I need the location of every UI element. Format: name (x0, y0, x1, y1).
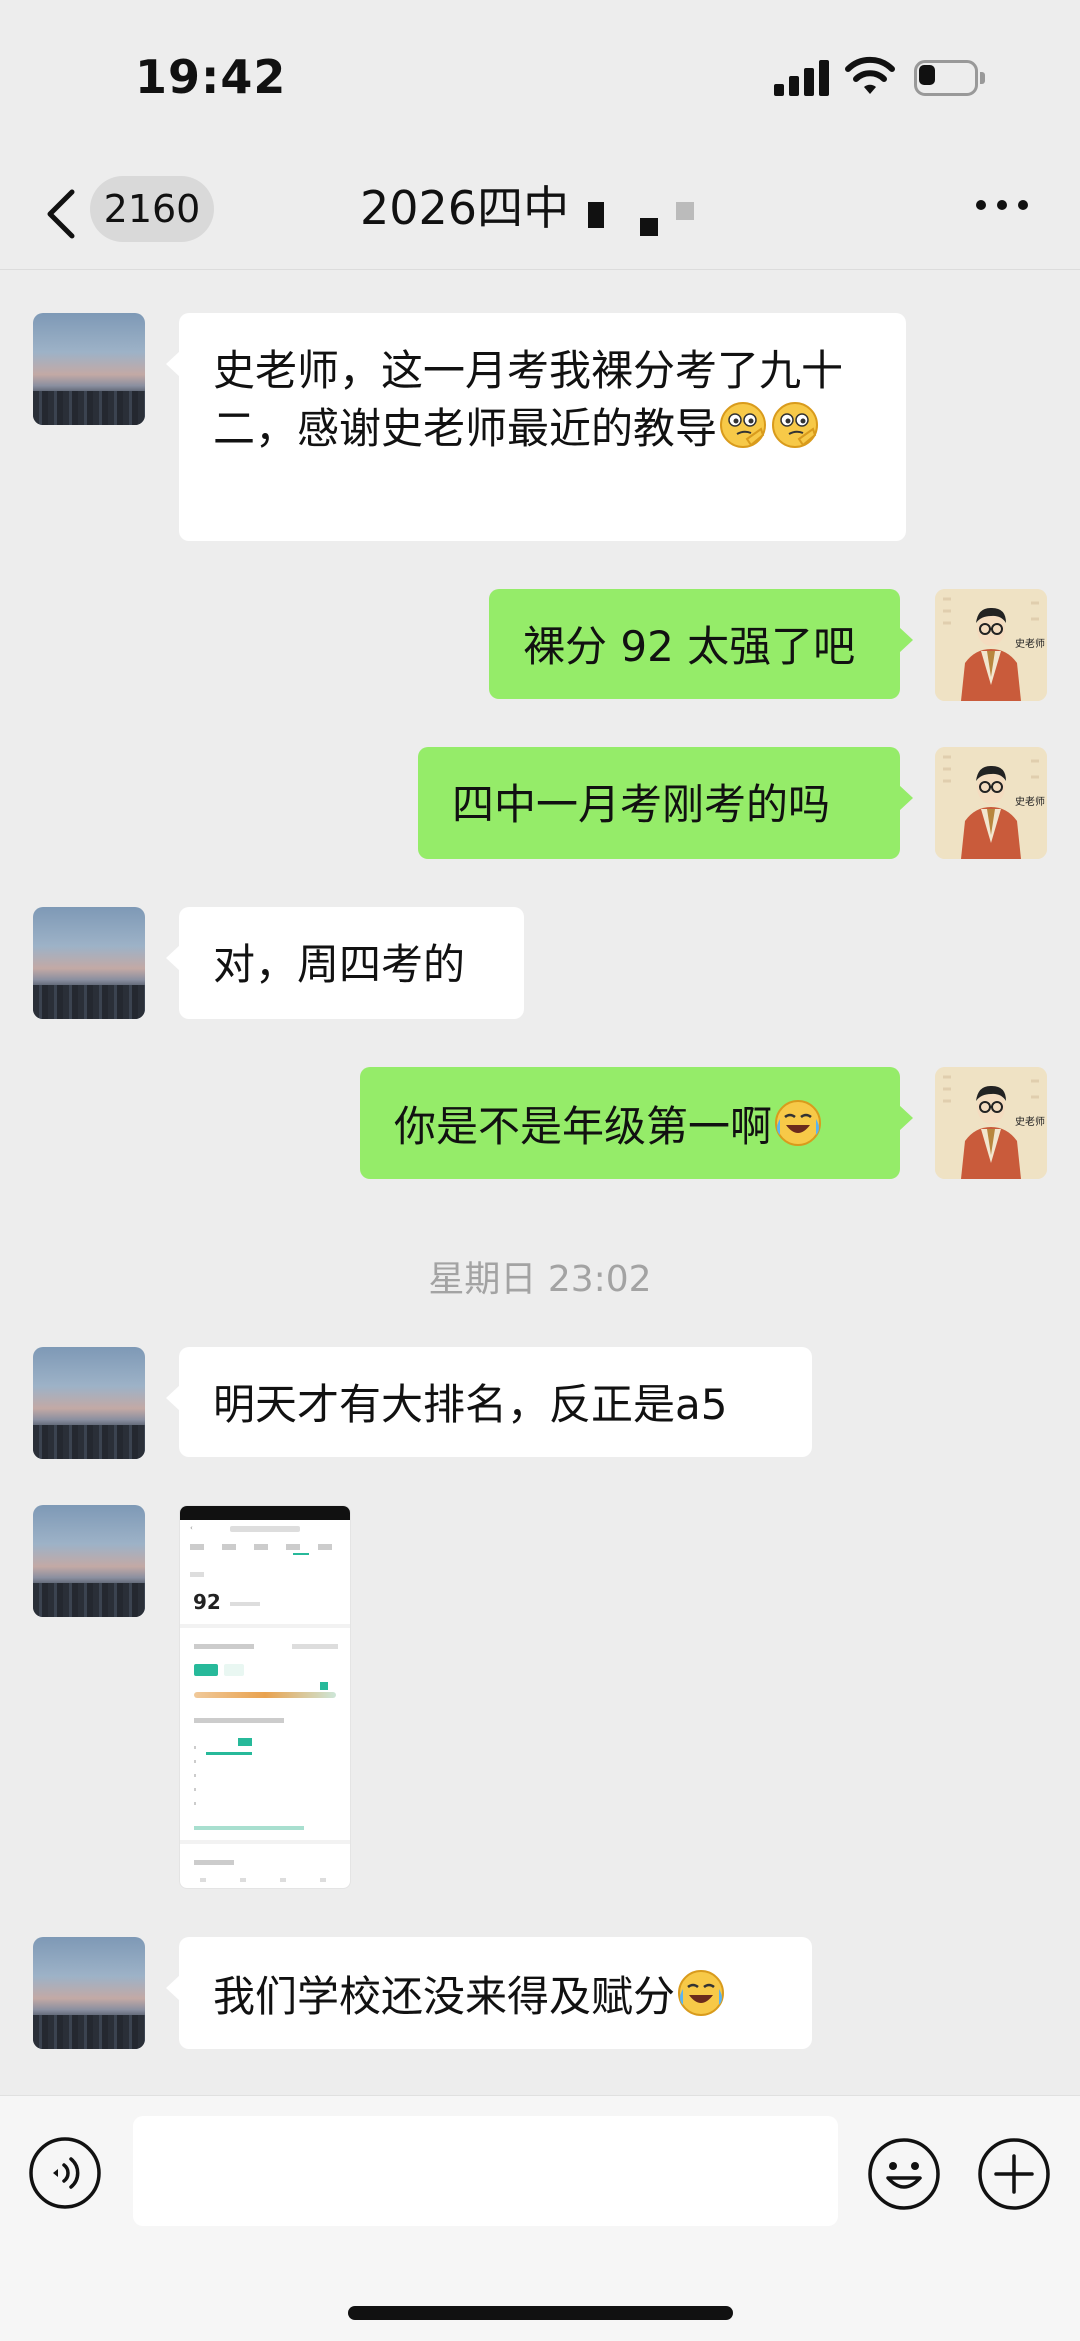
status-time: 19:42 (135, 50, 287, 104)
voice-input-button-icon[interactable] (28, 2136, 102, 2210)
battery-level (919, 65, 935, 85)
message-text: 明天才有大排名，反正是a5 (213, 1380, 728, 1429)
contact-avatar[interactable] (33, 907, 145, 1019)
redaction-mark (676, 202, 694, 220)
redaction-mark (640, 218, 658, 236)
teacher-portrait-icon: 史老师 (935, 589, 1047, 701)
thinking-face-emoji-icon (720, 402, 767, 448)
home-indicator (348, 2306, 733, 2320)
chat-header: 2160 2026四中 (0, 160, 1080, 270)
teacher-name-label: 史老师 (1015, 637, 1045, 650)
cellular-signal-icon (774, 60, 830, 96)
message-text: 你是不是年级第一啊 (394, 1102, 773, 1151)
contact-avatar[interactable] (33, 1505, 145, 1617)
back-chevron-icon[interactable] (42, 188, 78, 240)
contact-avatar[interactable] (33, 1347, 145, 1459)
image-message-thumbnail[interactable]: ‹ 92 (179, 1505, 351, 1889)
teacher-portrait-icon: 史老师 (935, 1067, 1047, 1179)
redaction-mark (588, 202, 604, 228)
emoji-picker-button-icon[interactable] (866, 2136, 942, 2212)
message-input[interactable] (133, 2116, 838, 2226)
my-avatar[interactable]: 史老师 (935, 1067, 1047, 1179)
message-bubble[interactable]: 你是不是年级第一啊 (360, 1067, 913, 1179)
contact-avatar[interactable] (33, 313, 145, 425)
teacher-name-label: 史老师 (1015, 795, 1045, 808)
message-text: 裸分 92 太强了吧 (523, 622, 856, 671)
message-bubble[interactable]: 四中一月考刚考的吗 (418, 747, 913, 859)
contact-avatar[interactable] (33, 1937, 145, 2049)
teacher-name-label: 史老师 (1015, 1115, 1045, 1128)
score-value: 92 (193, 1590, 221, 1614)
battery-icon (914, 60, 986, 96)
unread-count-badge[interactable]: 2160 (90, 176, 214, 242)
crying-laughing-emoji-icon (775, 1100, 822, 1146)
message-bubble[interactable]: 明天才有大排名，反正是a5 (166, 1347, 812, 1457)
message-bubble[interactable]: 裸分 92 太强了吧 (489, 589, 913, 699)
teacher-portrait-icon: 史老师 (935, 747, 1047, 859)
more-actions-plus-icon[interactable] (976, 2136, 1052, 2212)
message-bubble[interactable]: 我们学校还没来得及赋分 (166, 1937, 812, 2049)
message-text: 四中一月考刚考的吗 (452, 780, 831, 829)
my-avatar[interactable]: 史老师 (935, 589, 1047, 701)
crying-laughing-emoji-icon (678, 1970, 725, 2016)
message-bubble[interactable]: 对，周四考的 (166, 907, 524, 1019)
my-avatar[interactable]: 史老师 (935, 747, 1047, 859)
status-bar: 19:42 (0, 0, 1080, 160)
chat-title: 2026四中 (360, 181, 570, 235)
thinking-face-emoji-icon (772, 402, 819, 448)
wifi-icon (845, 56, 895, 94)
message-text: 对，周四考的 (213, 940, 466, 989)
message-bubble[interactable]: 史老师，这一月考我裸分考了九十二，感谢史老师最近的教导 (166, 313, 906, 541)
chat-timestamp: 星期日 23:02 (428, 1259, 652, 1300)
chat-input-bar (0, 2095, 1080, 2341)
more-options-icon[interactable] (976, 200, 1028, 214)
message-text: 我们学校还没来得及赋分 (213, 1972, 676, 2021)
